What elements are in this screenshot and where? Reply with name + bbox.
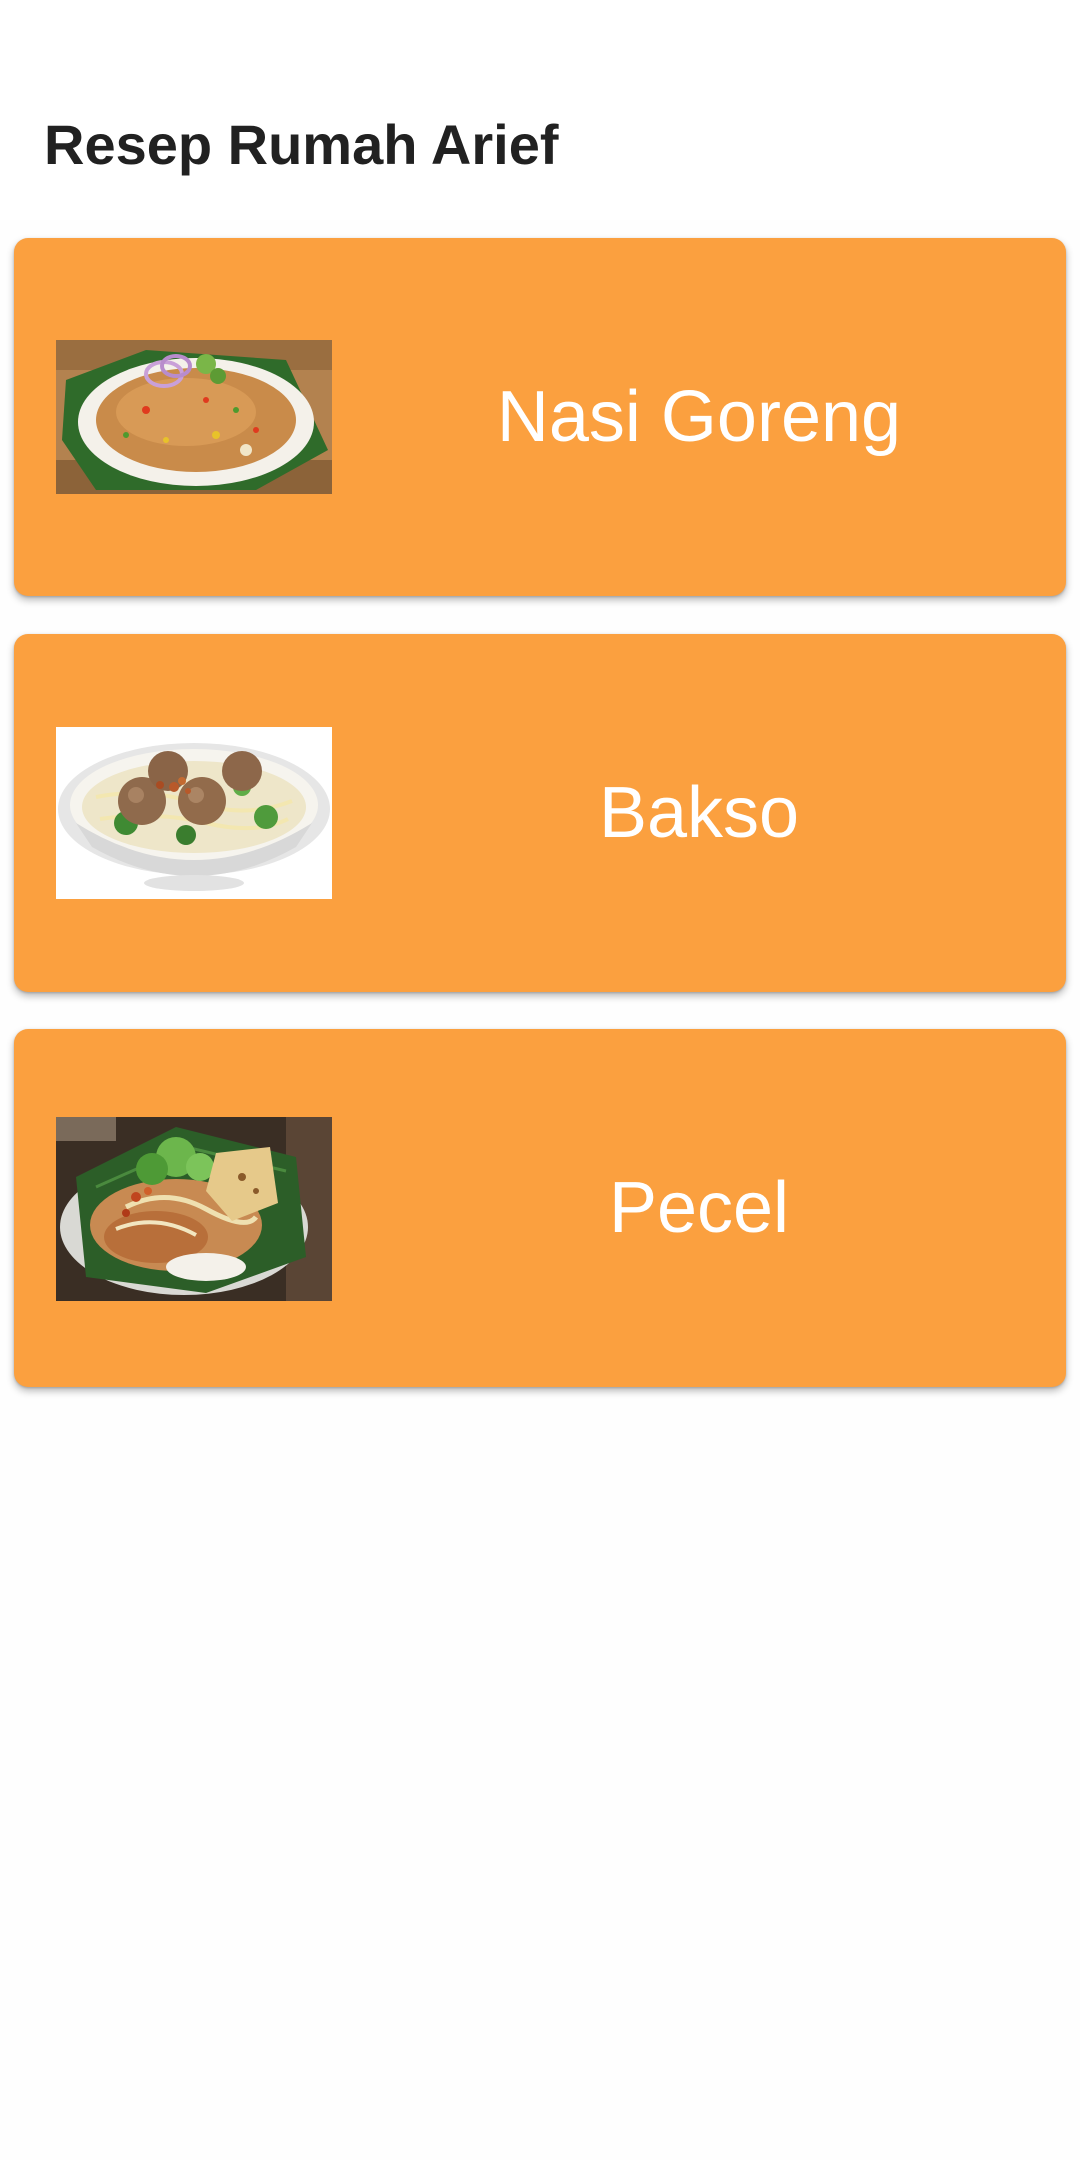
recipe-card-nasi-goreng[interactable]: Nasi Goreng bbox=[14, 238, 1066, 596]
recipe-card-pecel[interactable]: Pecel bbox=[14, 1029, 1066, 1387]
app-bar: Resep Rumah Arief bbox=[0, 0, 1080, 220]
recipe-card-bakso[interactable]: Bakso bbox=[14, 634, 1066, 992]
page-title: Resep Rumah Arief bbox=[44, 113, 559, 176]
recipe-name: Pecel bbox=[608, 1168, 790, 1248]
fried-rice-image bbox=[56, 340, 332, 494]
recipe-name: Bakso bbox=[598, 773, 800, 853]
recipe-name: Nasi Goreng bbox=[496, 377, 902, 457]
pecel-image bbox=[56, 1117, 332, 1301]
meatball-soup-image bbox=[56, 727, 332, 899]
